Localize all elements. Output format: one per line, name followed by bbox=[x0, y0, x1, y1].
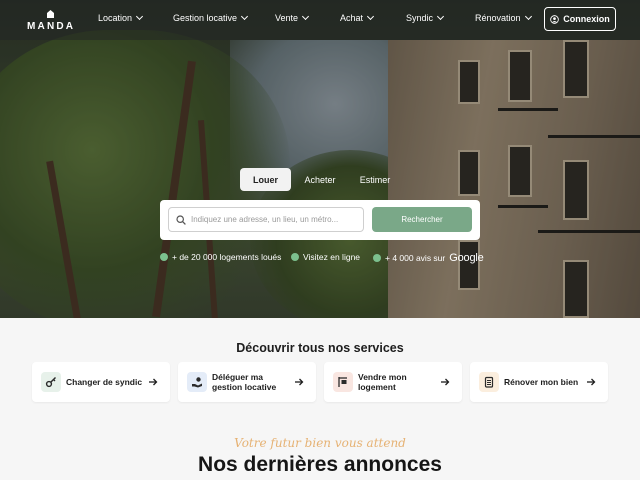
stat-label: + 4 000 avis sur bbox=[385, 253, 446, 263]
chevron-down-icon bbox=[436, 12, 445, 21]
arrow-right-icon bbox=[295, 378, 304, 386]
house-sign-icon bbox=[333, 372, 353, 392]
chevron-down-icon bbox=[301, 12, 310, 21]
login-button[interactable]: Connexion bbox=[544, 7, 616, 31]
arrow-right-icon bbox=[441, 378, 450, 386]
stat-reviews: + 4 000 avis sur Google bbox=[373, 252, 484, 264]
service-label: Changer de syndic bbox=[66, 377, 143, 387]
nav-item-label: Rénovation bbox=[475, 13, 521, 23]
logo-mark-icon bbox=[47, 10, 54, 18]
nav-item-label: Syndic bbox=[406, 13, 434, 23]
hand-coin-icon bbox=[187, 372, 207, 392]
brand-name: MANDA bbox=[27, 21, 76, 32]
stat-label: + de 20 000 logements loués bbox=[172, 252, 282, 262]
hero-overlay bbox=[0, 0, 640, 318]
nav-item-syndic[interactable]: Syndic bbox=[406, 12, 445, 23]
tab-label: Estimer bbox=[359, 174, 391, 185]
key-icon bbox=[41, 372, 61, 392]
nav-item-renovation[interactable]: Rénovation bbox=[475, 12, 532, 23]
search-mode-tabs: Louer Acheter Estimer bbox=[240, 168, 400, 191]
top-navigation: MANDA Location Gestion locative Vente Ac… bbox=[0, 0, 640, 40]
user-circle-icon bbox=[550, 14, 560, 24]
hero-background-image bbox=[0, 0, 640, 318]
search-icon bbox=[176, 215, 186, 225]
service-label: Rénover mon bien bbox=[504, 377, 579, 387]
stat-rentals: + de 20 000 logements loués bbox=[160, 252, 281, 262]
chevron-down-icon bbox=[524, 12, 532, 21]
service-label: Déléguer ma gestion locative bbox=[212, 372, 277, 392]
tab-estimer[interactable]: Estimer bbox=[350, 168, 400, 191]
chevron-down-icon bbox=[366, 12, 375, 21]
search-button-label: Rechercher bbox=[401, 215, 443, 224]
search-placeholder: Indiquez une adresse, un lieu, un métro.… bbox=[191, 215, 339, 224]
service-label: Vendre mon logement bbox=[358, 372, 407, 392]
nav-item-label: Gestion locative bbox=[173, 13, 238, 23]
check-dot-icon bbox=[373, 254, 381, 262]
tab-label: Acheter bbox=[304, 174, 336, 185]
service-card-changer-syndic[interactable]: Changer de syndic bbox=[32, 362, 170, 402]
stat-label: Visitez en ligne bbox=[303, 252, 361, 262]
tab-louer[interactable]: Louer bbox=[240, 168, 291, 191]
google-logo-text[interactable]: Google bbox=[449, 252, 483, 264]
listings-tagline: Votre futur bien vous attend bbox=[234, 436, 406, 450]
listings-title: Nos dernières annonces bbox=[198, 453, 442, 476]
nav-item-gestion-locative[interactable]: Gestion locative bbox=[173, 12, 249, 23]
search-card: Indiquez une adresse, un lieu, un métro.… bbox=[160, 200, 480, 240]
nav-item-label: Achat bbox=[340, 13, 364, 23]
search-button[interactable]: Rechercher bbox=[372, 207, 472, 232]
services-title: Découvrir tous nos services bbox=[236, 341, 404, 355]
check-dot-icon bbox=[160, 253, 168, 261]
service-card-vendre[interactable]: Vendre mon logement bbox=[324, 362, 462, 402]
arrow-right-icon bbox=[149, 378, 158, 386]
login-label: Connexion bbox=[563, 14, 610, 24]
chevron-down-icon bbox=[241, 12, 249, 21]
arrow-right-icon bbox=[587, 378, 596, 386]
clipboard-icon bbox=[479, 372, 499, 392]
service-card-renover[interactable]: Rénover mon bien bbox=[470, 362, 608, 402]
search-input[interactable]: Indiquez une adresse, un lieu, un métro.… bbox=[168, 207, 364, 232]
nav-item-achat[interactable]: Achat bbox=[340, 12, 375, 23]
check-dot-icon bbox=[291, 253, 299, 261]
tab-label: Louer bbox=[252, 174, 278, 185]
nav-item-label: Vente bbox=[275, 13, 299, 23]
nav-item-label: Location bbox=[98, 13, 133, 23]
chevron-down-icon bbox=[135, 12, 144, 21]
service-card-gestion-locative[interactable]: Déléguer ma gestion locative bbox=[178, 362, 316, 402]
stat-virtual-visit: Visitez en ligne bbox=[291, 252, 360, 262]
tab-acheter[interactable]: Acheter bbox=[295, 168, 345, 191]
brand-logo[interactable]: MANDA bbox=[27, 10, 75, 32]
nav-item-location[interactable]: Location bbox=[98, 12, 144, 23]
nav-item-vente[interactable]: Vente bbox=[275, 12, 310, 23]
